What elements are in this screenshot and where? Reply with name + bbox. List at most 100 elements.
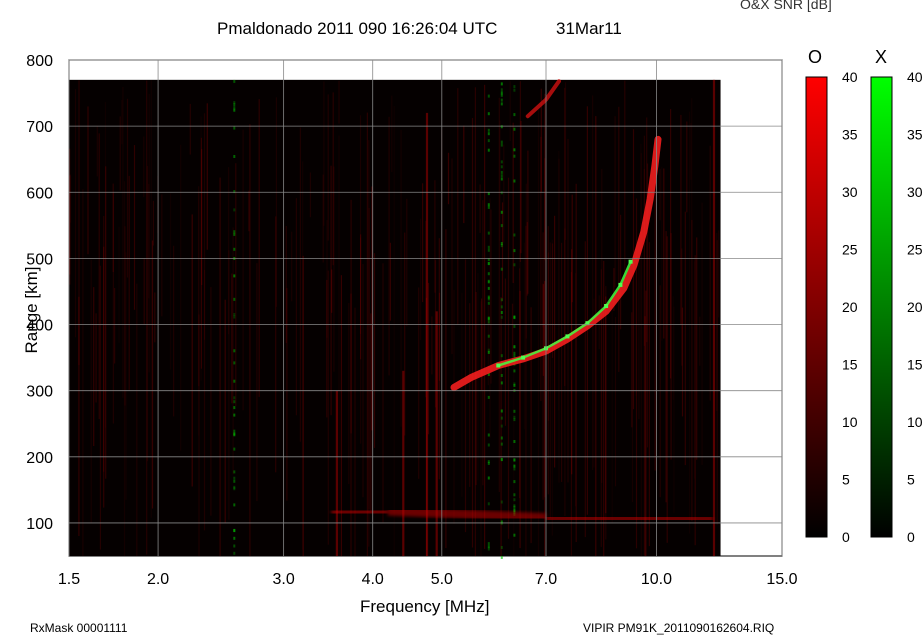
x-mode-noise [233,208,236,212]
noise-streak [431,316,433,375]
noise-streak [330,165,332,416]
noise-streak [420,218,422,341]
noise-streak [527,150,529,294]
colorbar-tick-label: 10 [907,414,922,430]
noise-streak [200,116,202,381]
y-tick-label: 500 [26,251,53,268]
x-mode-noise [487,128,490,132]
colorbar-tick-label: 25 [907,242,922,258]
x-mode-noise [487,547,490,551]
noise-streak [519,290,521,549]
noise-streak [112,192,114,424]
x-mode-noise [487,443,490,447]
x-mode-noise [233,447,236,451]
x-mode-noise [500,500,503,504]
x-mode-noise [233,315,236,319]
colorbar-tick-label: 0 [907,529,915,545]
x-mode-noise [513,179,516,183]
noise-streak [659,285,661,498]
x-mode-noise [513,480,516,484]
x-mode-noise [233,396,236,400]
colorbar-tick-label: 40 [907,69,922,85]
noise-streak [152,200,154,246]
noise-streak [90,259,92,524]
x-mode-noise [500,442,503,446]
x-mode-noise [233,529,236,533]
noise-streak [418,287,420,479]
x-tick-label: 2.0 [147,571,169,588]
x-mode-noise [500,177,503,181]
x-mode-noise [233,101,236,105]
x-mode-noise [233,433,236,437]
x-mode-noise [487,262,490,265]
x-mode-noise [487,350,490,354]
noise-streak [388,116,390,376]
noise-streak [295,198,297,416]
x-mode-noise [487,272,490,276]
noise-streak [133,145,136,310]
noise-streak [82,189,84,557]
colorbar-tick-label: 20 [842,299,858,315]
noise-streak [547,226,549,495]
x-mode-noise [233,487,236,491]
noise-streak [699,316,701,366]
noise-streak [191,214,193,487]
noise-streak [445,229,447,549]
noise-streak [148,93,150,373]
colorbar-tick-label: 20 [907,299,922,315]
x-mode-noise [233,108,236,112]
interference-line [435,311,438,556]
noise-streak [161,194,163,317]
x-mode-noise [513,493,516,497]
noise-streak [701,202,703,465]
noise-streak [338,80,340,124]
x-tick-label: 15.0 [766,571,797,588]
noise-streak [689,111,691,534]
noise-streak [354,307,356,556]
x-mode-noise [500,267,503,271]
noise-streak [479,184,481,233]
colorbar-tick-label: 5 [842,472,850,488]
noise-streak [540,136,542,401]
x-mode-noise [513,113,516,117]
x-mode-noise [233,536,236,540]
noise-streak [180,144,182,451]
noise-streak [198,186,200,387]
x-mode-noise [233,247,236,251]
y-tick-label: 200 [26,450,53,467]
x-mode-noise [513,249,516,253]
x-mode-noise [513,440,516,443]
noise-streak [275,97,277,307]
colorbar-x [870,76,893,538]
x-mode-point [565,334,570,339]
noise-streak [586,106,588,515]
noise-streak [681,307,684,417]
noise-streak [570,272,572,556]
noise-streak [151,240,154,509]
x-mode-noise [513,508,516,512]
x-mode-noise [233,126,236,130]
x-mode-noise [233,551,236,555]
noise-streak [366,112,368,556]
noise-streak [256,263,258,502]
x-mode-noise [500,546,503,549]
noise-streak [499,120,501,241]
x-mode-noise [513,85,516,89]
x-mode-noise [500,458,503,462]
x-tick-label: 3.0 [273,571,295,588]
colorbar-tick-label: 15 [842,357,858,373]
x-mode-noise [500,160,503,164]
x-mode-noise [233,503,236,507]
noise-streak [154,292,156,343]
noise-streak [128,175,130,390]
noise-streak [438,292,441,381]
x-mode-noise [500,170,503,174]
x-mode-noise [487,148,490,152]
x-mode-noise [513,315,516,319]
noise-streak [691,219,693,522]
x-mode-noise [487,334,490,338]
noise-streak [332,92,334,266]
noise-streak [463,125,465,224]
noise-streak [716,232,718,411]
x-mode-noise [487,132,490,136]
